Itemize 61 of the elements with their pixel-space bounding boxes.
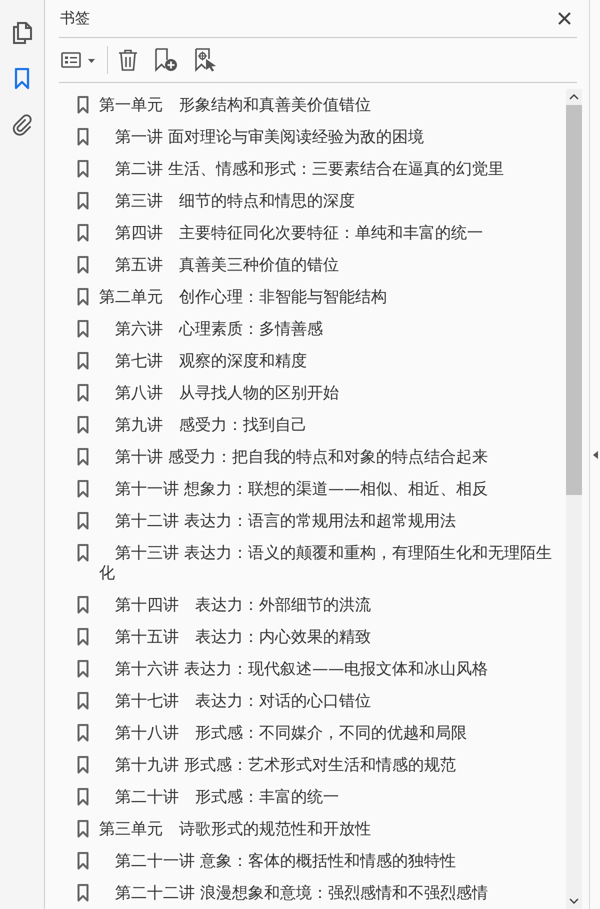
- collapse-handle-icon[interactable]: [593, 450, 598, 458]
- bookmark-icon: [77, 660, 89, 678]
- bookmark-icon: [77, 628, 89, 646]
- bookmark-item[interactable]: 第一单元 形象结构和真善美价值错位: [82, 95, 561, 115]
- close-icon[interactable]: [558, 12, 571, 25]
- bookmark-icon: [77, 224, 89, 242]
- bookmark-icon: [77, 596, 89, 614]
- bookmark-item[interactable]: 第十三讲 表达力：语义的颠覆和重构，有理陌生化和无理陌生化: [82, 543, 561, 583]
- bookmark-item[interactable]: 第十六讲 表达力：现代叙述——电报文体和冰山风格: [82, 659, 561, 679]
- bookmark-item[interactable]: 第六讲 心理素质：多情善感: [82, 319, 561, 339]
- bookmark-icon: [77, 256, 89, 274]
- bookmark-item[interactable]: 第四讲 主要特征同化次要特征：单纯和丰富的统一: [82, 223, 561, 243]
- bookmark-item[interactable]: 第二讲 生活、情感和形式：三要素结合在逼真的幻觉里: [82, 159, 561, 179]
- scrollbar[interactable]: [566, 89, 582, 909]
- bookmark-icon: [77, 160, 89, 178]
- scrollbar-thumb[interactable]: [566, 105, 582, 495]
- bookmark-item[interactable]: 第二单元 创作心理：非智能与智能结构: [82, 287, 561, 307]
- bookmark-icon: [77, 724, 89, 742]
- scroll-down-icon[interactable]: [569, 897, 579, 905]
- bookmark-icon: [77, 884, 89, 902]
- bookmark-icon: [77, 480, 89, 498]
- bookmark-item[interactable]: 第二十讲 形式感：丰富的统一: [82, 787, 561, 807]
- bookmark-item[interactable]: 第十九讲 形式感：艺术形式对生活和情感的规范: [82, 755, 561, 775]
- bookmark-icon: [77, 416, 89, 434]
- bookmark-icon: [77, 352, 89, 370]
- bookmark-icon: [77, 756, 89, 774]
- panel-title: 书签: [59, 9, 90, 28]
- bookmark-icon: [77, 788, 89, 806]
- options-menu-icon[interactable]: [61, 51, 97, 69]
- add-bookmark-icon[interactable]: [154, 48, 178, 72]
- bookmark-item[interactable]: 第十一讲 想象力：联想的渠道——相似、相近、相反: [82, 479, 561, 499]
- bookmark-icon: [77, 384, 89, 402]
- bookmark-item[interactable]: 第十四讲 表达力：外部细节的洪流: [82, 595, 561, 615]
- bookmark-item[interactable]: 第十八讲 形式感：不同媒介，不同的优越和局限: [82, 723, 561, 743]
- bookmark-icon: [77, 128, 89, 146]
- bookmark-icon: [77, 320, 89, 338]
- bookmark-icon: [77, 448, 89, 466]
- bookmark-item[interactable]: 第八讲 从寻找人物的区别开始: [82, 383, 561, 403]
- bookmark-item[interactable]: 第七讲 观察的深度和精度: [82, 351, 561, 371]
- bookmark-item[interactable]: 第十五讲 表达力：内心效果的精致: [82, 627, 561, 647]
- bookmark-icon: [77, 692, 89, 710]
- bookmark-icon: [77, 820, 89, 838]
- scroll-up-icon[interactable]: [569, 93, 579, 101]
- bookmark-item[interactable]: 第三讲 细节的特点和情思的深度: [82, 191, 561, 211]
- bookmark-item[interactable]: 第三单元 诗歌形式的规范性和开放性: [82, 819, 561, 839]
- bookmark-icon: [77, 852, 89, 870]
- bookmark-icon: [77, 288, 89, 306]
- bookmark-icon: [77, 512, 89, 530]
- bookmark-icon: [77, 96, 89, 114]
- bookmark-item[interactable]: 第二十一讲 意象：客体的概括性和情感的独特性: [82, 851, 561, 871]
- bookmark-cursor-icon[interactable]: [194, 48, 218, 72]
- bookmark-item[interactable]: 第九讲 感受力：找到自己: [82, 415, 561, 435]
- delete-icon[interactable]: [118, 49, 138, 71]
- bookmark-icon: [77, 544, 89, 562]
- bookmark-item[interactable]: 第一讲 面对理论与审美阅读经验为敌的困境: [82, 127, 561, 147]
- bookmark-item[interactable]: 第十七讲 表达力：对话的心口错位: [82, 691, 561, 711]
- bookmark-item[interactable]: 第十二讲 表达力：语言的常规用法和超常规用法: [82, 511, 561, 531]
- bookmark-item[interactable]: 第十讲 感受力：把自我的特点和对象的特点结合起来: [82, 447, 561, 467]
- bookmark-item[interactable]: 第五讲 真善美三种价值的错位: [82, 255, 561, 275]
- bookmark-icon: [77, 192, 89, 210]
- bookmark-item[interactable]: 第二十二讲 浪漫想象和意境：强烈感情和不强烈感情: [82, 883, 561, 903]
